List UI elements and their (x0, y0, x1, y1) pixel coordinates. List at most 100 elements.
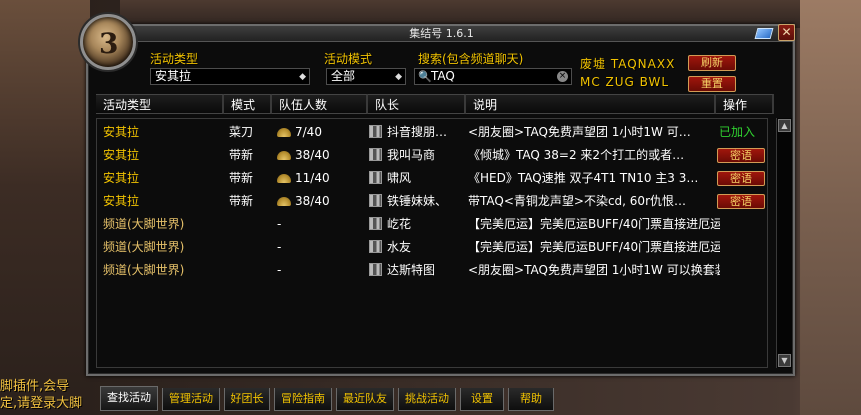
leader-qr-icon (369, 217, 382, 230)
cell-description: <朋友圈>TAQ免费声望团 1小时1W 可… (468, 125, 691, 139)
minimize-gem-icon[interactable] (754, 28, 774, 39)
cell-leader: 铁锤妹妹、 (387, 194, 448, 208)
tab-0[interactable]: 查找活动 (100, 386, 158, 411)
cell-type: 安其拉 (103, 148, 140, 162)
table-row[interactable]: 安其拉 带新 38/40 铁锤妹妹、 带TAQ<青铜龙声望>不染cd, 60r仇… (97, 190, 767, 213)
cell-size: 7/40 (295, 125, 322, 139)
list-scrollbar[interactable]: ▲ ▼ (776, 118, 792, 368)
chat-line: 定,请登录大脚 (0, 396, 83, 411)
cell-action: 密语 (717, 144, 769, 167)
cell-mode: 带新 (229, 171, 254, 185)
cell-mode: 带新 (229, 148, 254, 162)
reset-button[interactable]: 重置 (688, 76, 736, 92)
cell-leader: 啸风 (387, 171, 412, 185)
activity-type-select[interactable]: 安其拉 ◆ (150, 68, 310, 85)
cell-leader-wrap: 我叫马商 (369, 144, 464, 167)
cell-size: - (277, 217, 282, 231)
cell-leader-wrap: 铁锤妹妹、 (369, 190, 464, 213)
window-title[interactable]: 集结号 1.6.1 (90, 26, 793, 42)
search-value: TAQ (431, 69, 455, 83)
whisper-button[interactable]: 密语 (717, 194, 765, 209)
leader-qr-icon (369, 263, 382, 276)
cell-size: 11/40 (295, 171, 330, 185)
scroll-down-icon[interactable]: ▼ (778, 354, 791, 367)
column-header-mode[interactable]: 模式 (224, 94, 272, 114)
cell-size-wrap: 7/40 (277, 121, 372, 144)
cell-type: 频道(大脚世界) (103, 217, 185, 231)
leader-qr-icon (369, 171, 382, 184)
cell-mode: 带新 (229, 194, 254, 208)
quick-tags-line-2[interactable]: MC ZUG BWL (580, 75, 669, 89)
player-count-icon (277, 197, 291, 206)
cell-description: 【完美厄运】完美厄运BUFF/40门票直接进厄运… (468, 217, 720, 231)
whisper-button[interactable]: 密语 (717, 148, 765, 163)
table-row[interactable]: 安其拉 菜刀 7/40 抖音搜朋… <朋友圈>TAQ免费声望团 1小时1W 可…… (97, 121, 767, 144)
tab-2[interactable]: 好团长 (224, 388, 270, 411)
table-row[interactable]: 频道(大脚世界) - 达斯特图 <朋友圈>TAQ免费声望团 1小时1W 可以换套… (97, 259, 767, 282)
cell-type: 频道(大脚世界) (103, 263, 185, 277)
cell-size-wrap: - (277, 259, 372, 282)
tab-3[interactable]: 冒险指南 (274, 388, 332, 411)
scroll-up-icon[interactable]: ▲ (778, 119, 791, 132)
cell-leader: 屹花 (387, 217, 412, 231)
column-header-size[interactable]: 队伍人数 (272, 94, 368, 114)
tab-1[interactable]: 管理活动 (162, 388, 220, 411)
cell-leader-wrap: 啸风 (369, 167, 464, 190)
leader-qr-icon (369, 125, 382, 138)
cell-action: 已加入 (717, 121, 769, 144)
activity-mode-value: 全部 (331, 69, 356, 83)
cell-leader-wrap: 抖音搜朋… (369, 121, 464, 144)
cell-size: - (277, 240, 282, 254)
cell-leader: 抖音搜朋… (387, 125, 448, 139)
table-row[interactable]: 安其拉 带新 38/40 我叫马商 《倾城》TAQ 38=2 来2个打工的或者…… (97, 144, 767, 167)
chat-line: 脚插件,会导 (0, 379, 70, 394)
cell-action: 密语 (717, 167, 769, 190)
cell-action (717, 213, 769, 236)
search-icon: 🔍 (418, 70, 432, 83)
cell-size-wrap: - (277, 236, 372, 259)
leader-qr-icon (369, 148, 382, 161)
column-header-description[interactable]: 说明 (466, 94, 716, 114)
close-button[interactable]: ✕ (778, 24, 795, 41)
cell-leader-wrap: 屹花 (369, 213, 464, 236)
cell-size-wrap: 38/40 (277, 144, 372, 167)
tab-6[interactable]: 设置 (460, 388, 504, 411)
tab-5[interactable]: 挑战活动 (398, 388, 456, 411)
table-row[interactable]: 安其拉 带新 11/40 啸风 《HED》TAQ速推 双子4T1 TN10 主3… (97, 167, 767, 190)
clear-search-icon[interactable]: × (557, 71, 568, 82)
cell-description: 带TAQ<青铜龙声望>不染cd, 60r仇恨… (468, 194, 686, 208)
column-header-leader[interactable]: 队长 (368, 94, 466, 114)
addon-portrait-icon: 3 (80, 14, 136, 70)
refresh-button[interactable]: 刷新 (688, 55, 736, 71)
leader-qr-icon (369, 240, 382, 253)
joined-status: 已加入 (719, 125, 756, 139)
background-pillar-left (0, 0, 90, 415)
tab-4[interactable]: 最近队友 (336, 388, 394, 411)
activity-type-value: 安其拉 (155, 69, 192, 83)
cell-mode (229, 213, 277, 236)
cell-leader: 我叫马商 (387, 148, 436, 162)
player-count-icon (277, 151, 291, 160)
cell-action (717, 236, 769, 259)
table-row[interactable]: 频道(大脚世界) - 屹花 【完美厄运】完美厄运BUFF/40门票直接进厄运… (97, 213, 767, 236)
activity-mode-select[interactable]: 全部 ◆ (326, 68, 406, 85)
player-count-icon (277, 174, 291, 183)
cell-size: 38/40 (295, 194, 330, 208)
column-header-type[interactable]: 活动类型 (96, 94, 224, 114)
cell-leader-wrap: 水友 (369, 236, 464, 259)
cell-description: <朋友圈>TAQ免费声望团 1小时1W 可以换套装… (468, 263, 720, 277)
chat-overlay: 脚插件,会导 定,请登录大脚 (0, 378, 100, 412)
player-count-icon (277, 128, 291, 137)
cell-leader: 达斯特图 (387, 263, 436, 277)
dropdown-arrow-icon: ◆ (299, 72, 306, 82)
table-row[interactable]: 频道(大脚世界) - 水友 【完美厄运】完美厄运BUFF/40门票直接进厄运… (97, 236, 767, 259)
whisper-button[interactable]: 密语 (717, 171, 765, 186)
quick-tags-line-1[interactable]: 废墟 TAQNAXX (580, 55, 675, 72)
activity-type-label: 活动类型 (150, 52, 199, 66)
search-input[interactable]: 🔍 TAQ × (414, 68, 572, 85)
cell-mode (229, 259, 277, 282)
cell-mode: 菜刀 (229, 125, 254, 139)
cell-description: 《倾城》TAQ 38=2 来2个打工的或者… (468, 148, 685, 162)
column-header-action[interactable]: 操作 (716, 94, 774, 114)
tab-7[interactable]: 帮助 (508, 388, 554, 411)
